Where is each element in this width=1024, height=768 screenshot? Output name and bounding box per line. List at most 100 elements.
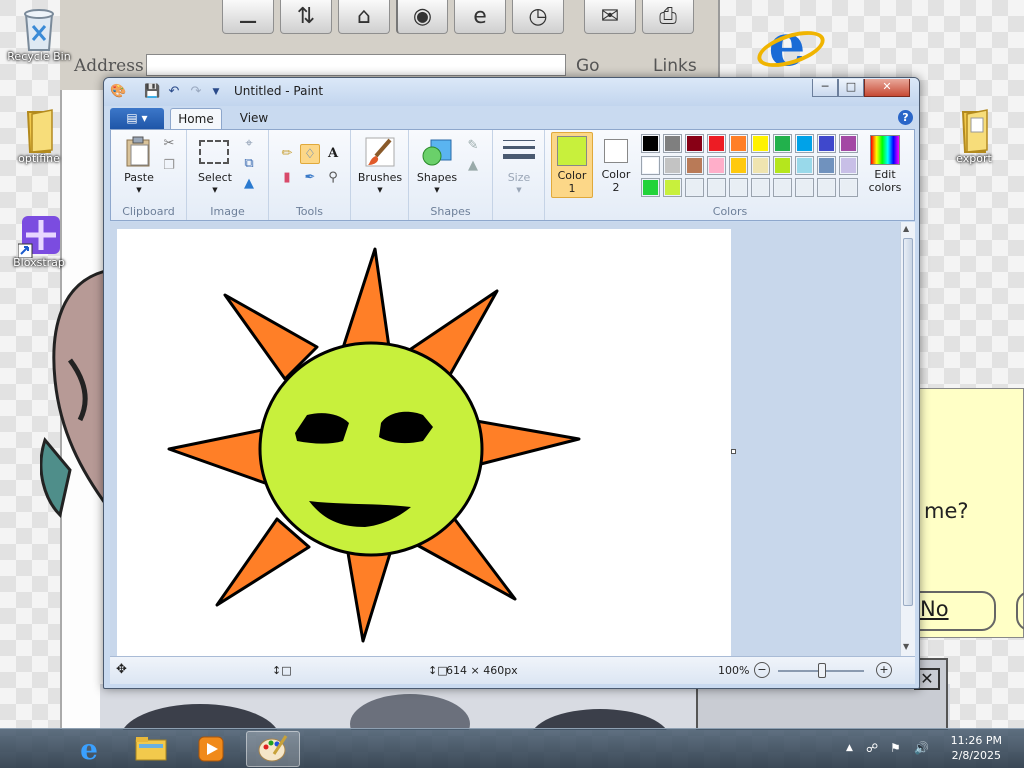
taskbar-media-player[interactable] [184,731,238,767]
maximize-button[interactable]: □ [838,79,864,97]
taskbar-ie[interactable]: e [62,731,116,767]
palette-swatch[interactable] [839,156,858,175]
vertical-scrollbar[interactable]: ▲ ▼ [900,222,915,656]
palette-swatch[interactable] [817,156,836,175]
drawing-canvas[interactable] [117,229,731,656]
cut-icon[interactable]: ✂ [159,134,179,154]
palette-swatch[interactable] [729,156,748,175]
palette-swatch[interactable] [663,156,682,175]
select-button[interactable]: Select ▼ [195,134,235,196]
palette-swatch[interactable] [663,178,682,197]
desktop-icon-recycle-bin[interactable]: Recycle Bin [3,6,75,63]
paste-button[interactable]: Paste ▼ [119,134,159,196]
palette-swatch[interactable] [817,134,836,153]
magnifier-icon[interactable]: ⚲ [323,168,343,188]
rotate-icon[interactable]: ▲ [239,174,259,194]
palette-swatch[interactable] [773,134,792,153]
resize-icon[interactable]: ⧉ [239,154,259,174]
refresh-icon[interactable]: ⇅ [280,0,332,34]
zoom-out-button[interactable]: − [754,662,770,678]
volume-icon[interactable]: 🔊 [914,741,929,755]
redo-icon[interactable]: ↷ [188,84,204,100]
pencil-icon[interactable]: ✏ [277,144,297,164]
ie-icon[interactable]: e [454,0,506,34]
close-button[interactable]: ✕ [864,79,910,97]
palette-swatch[interactable] [729,178,748,197]
outline-icon[interactable]: ✎ [463,136,483,156]
taskbar-clock[interactable]: 11:26 PM 2/8/2025 [951,733,1002,763]
fill-bucket-icon[interactable]: ♢ [300,144,320,164]
tab-home[interactable]: Home [170,108,222,130]
palette-swatch[interactable] [839,134,858,153]
palette-swatch[interactable] [751,156,770,175]
palette-swatch[interactable] [773,178,792,197]
help-icon[interactable]: ? [898,110,913,125]
palette-swatch[interactable] [751,134,770,153]
desktop-icon-export[interactable]: export [938,108,1010,165]
crop-icon[interactable]: ⌖ [239,134,259,154]
fill-icon[interactable]: ▲ [463,156,483,176]
palette-swatch[interactable] [685,178,704,197]
taskbar-explorer[interactable] [124,731,178,767]
size-button[interactable]: Size ▼ [499,134,539,196]
desktop-icon-optifine[interactable]: optifine [3,108,75,165]
go-button[interactable]: Go [576,56,600,76]
color-picker-icon[interactable]: ✒ [300,168,320,188]
palette-swatch[interactable] [773,156,792,175]
palette-swatch[interactable] [663,134,682,153]
paint-app-icon[interactable]: 🎨 [110,84,126,100]
stop-icon[interactable]: ⚊ [222,0,274,34]
color2-button[interactable]: Color 2 [595,132,637,198]
network-icon[interactable]: ☍ [866,741,878,755]
show-hidden-icons-icon[interactable]: ▲ [846,743,853,753]
title-bar[interactable]: 🎨 💾 ↶ ↷ ▼ Untitled - Paint ─ □ ✕ [104,78,919,106]
address-input[interactable] [146,54,566,76]
palette-swatch[interactable] [729,134,748,153]
media-icon[interactable]: ◉ [396,0,448,34]
palette-swatch[interactable] [751,178,770,197]
resize-handle[interactable] [731,449,736,454]
desktop-icon-bloxstrap[interactable]: Bloxstrap [3,212,75,269]
edit-colors-icon [870,135,900,165]
action-center-flag-icon[interactable]: ⚑ [890,741,901,755]
history-icon[interactable]: ◷ [512,0,564,34]
palette-swatch[interactable] [707,156,726,175]
palette-swatch[interactable] [707,178,726,197]
eraser-icon[interactable]: ▮ [277,168,297,188]
text-tool-icon[interactable]: A [323,144,343,164]
copy-icon[interactable]: ❐ [159,156,179,176]
palette-swatch[interactable] [795,134,814,153]
scrollbar-thumb[interactable] [903,238,913,606]
zoom-in-button[interactable]: + [876,662,892,678]
print-icon[interactable]: ⎙ [642,0,694,34]
shapes-button[interactable]: Shapes ▼ [413,134,461,196]
palette-swatch[interactable] [707,134,726,153]
color1-button[interactable]: Color 1 [551,132,593,198]
scroll-up-icon[interactable]: ▲ [903,224,909,233]
brushes-button[interactable]: Brushes ▼ [355,134,405,196]
palette-swatch[interactable] [817,178,836,197]
palette-swatch[interactable] [641,156,660,175]
palette-swatch[interactable] [839,178,858,197]
taskbar-paint[interactable] [246,731,300,767]
customize-toolbar-icon[interactable]: ▼ [208,84,224,100]
zoom-slider-thumb[interactable] [818,663,826,678]
dialog-other-button[interactable] [1016,591,1024,631]
palette-swatch[interactable] [795,178,814,197]
minimize-button[interactable]: ─ [812,79,838,97]
palette-swatch[interactable] [641,134,660,153]
home-icon[interactable]: ⌂ [338,0,390,34]
edit-colors-button[interactable]: Edit colors [861,132,909,198]
palette-swatch[interactable] [795,156,814,175]
palette-swatch[interactable] [685,134,704,153]
group-tools: ✏ ♢ A ▮ ✒ ⚲ Tools [269,130,351,220]
tab-view[interactable]: View [228,108,280,130]
save-icon[interactable]: 💾 [144,84,160,100]
paint-menu-button[interactable]: ▤ ▾ [110,108,164,129]
palette-swatch[interactable] [641,178,660,197]
palette-swatch[interactable] [685,156,704,175]
undo-icon[interactable]: ↶ [166,84,182,100]
mail-icon[interactable]: ✉ [584,0,636,34]
dialog-question: me? [924,499,969,523]
scroll-down-icon[interactable]: ▼ [903,642,909,651]
